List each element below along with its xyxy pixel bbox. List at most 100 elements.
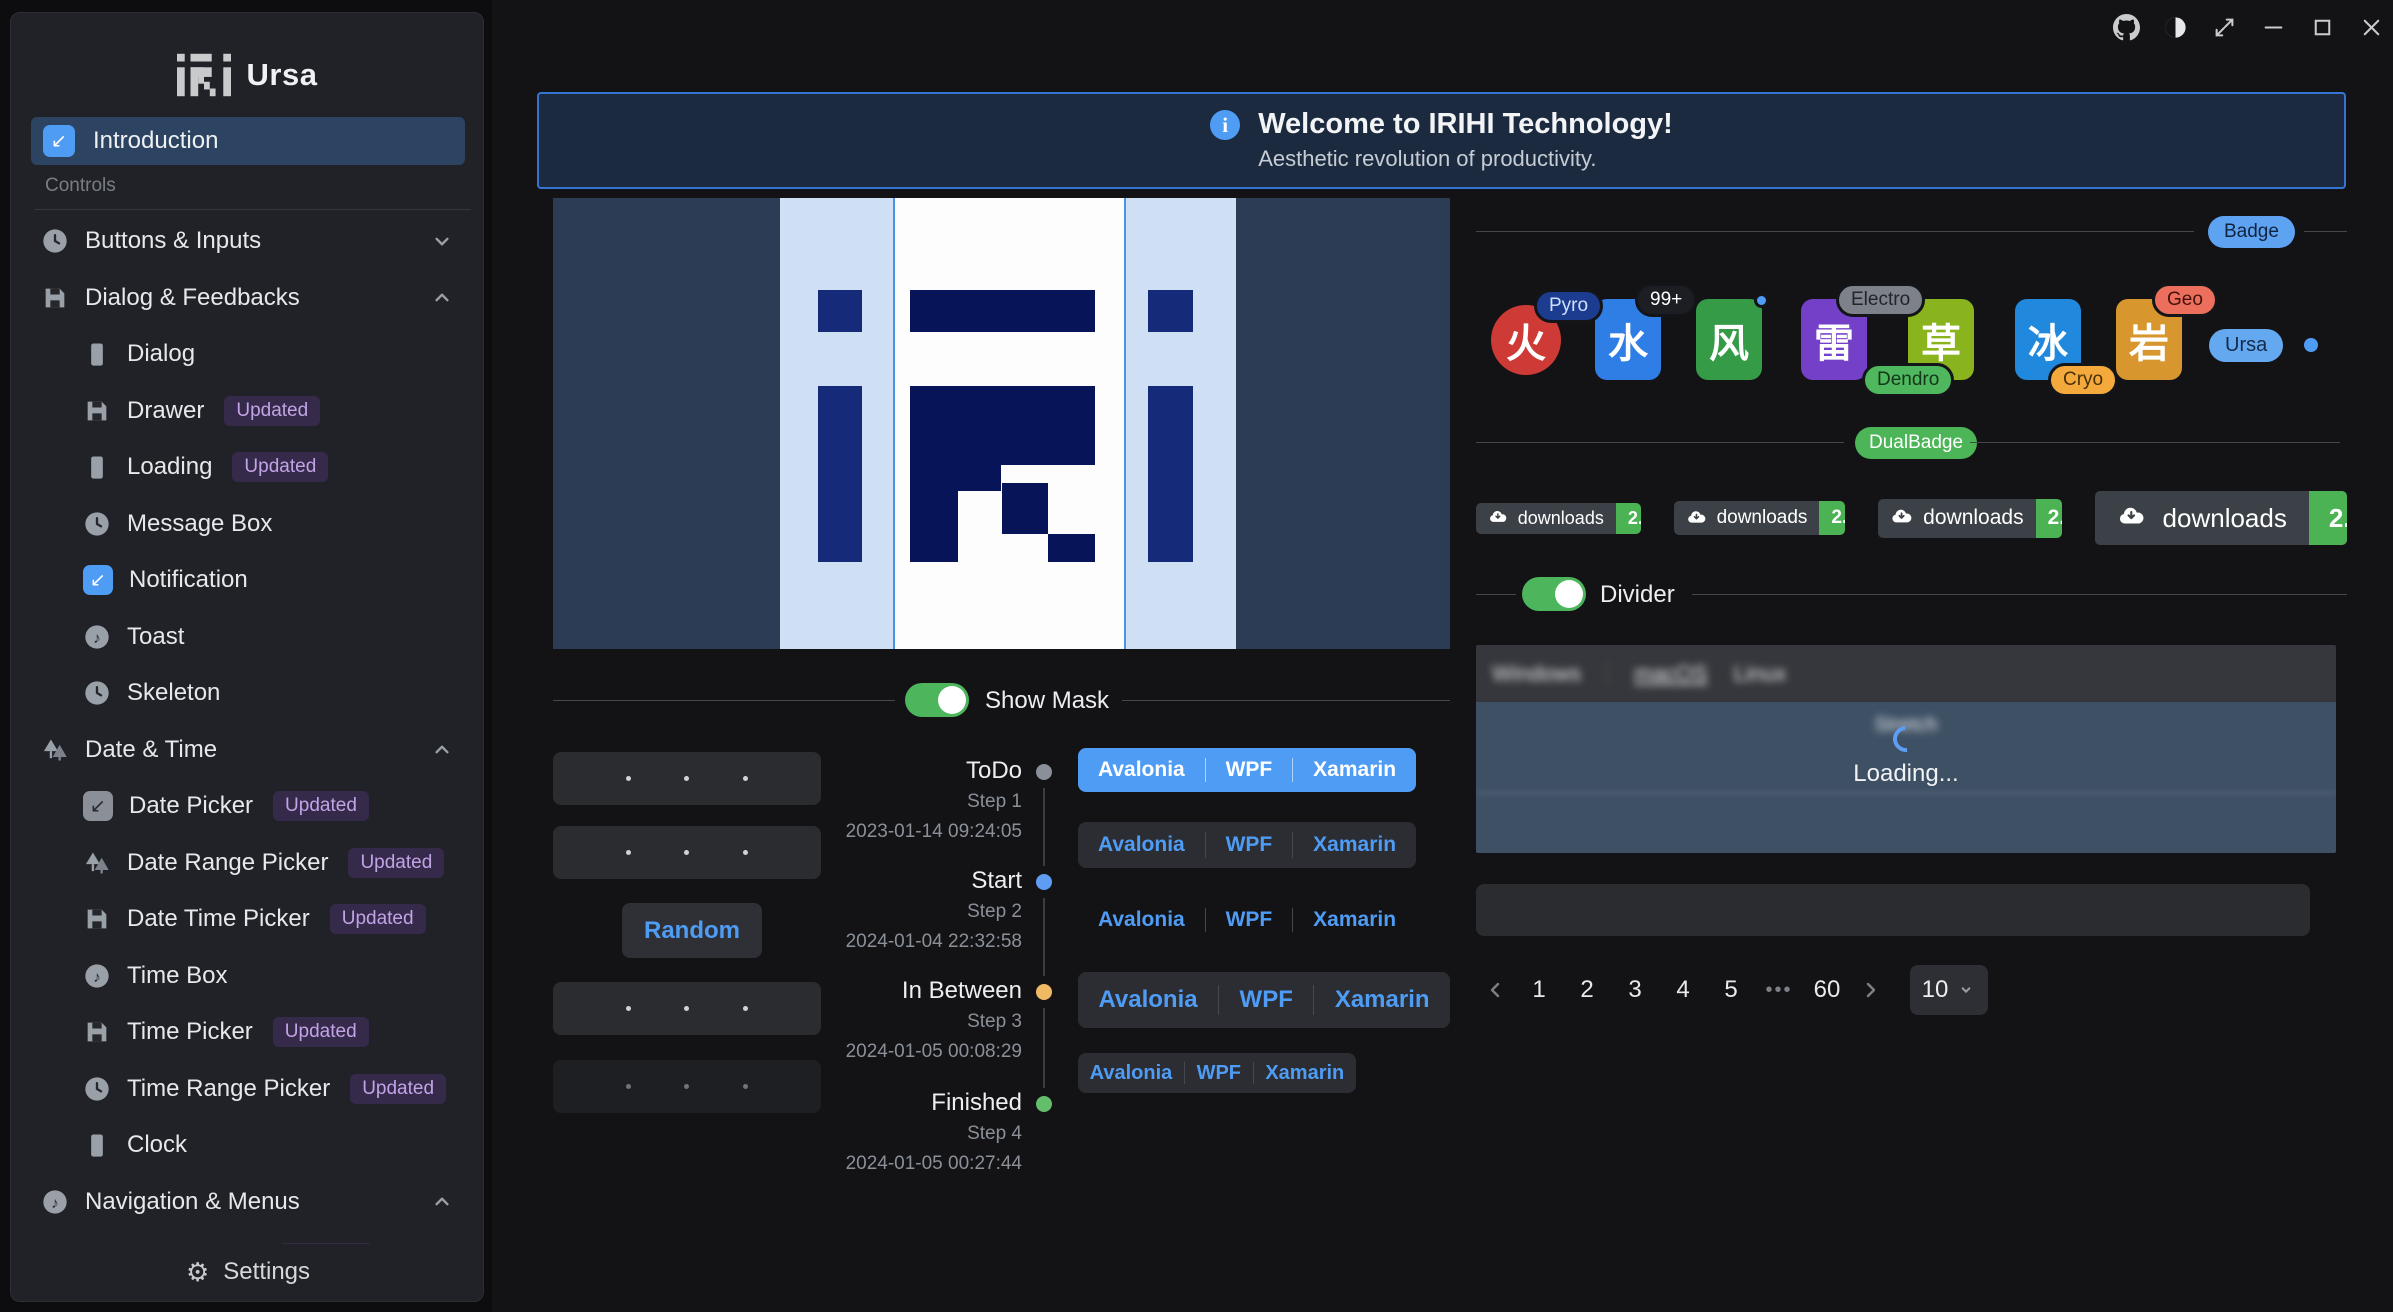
page-4-button[interactable]: 4 xyxy=(1666,976,1700,1004)
page-1-button[interactable]: 1 xyxy=(1522,976,1556,1004)
element-tile: 火Pyro xyxy=(1491,305,1561,375)
updated-badge: Updated xyxy=(224,396,320,426)
xamarin-button[interactable]: Xamarin xyxy=(1259,1061,1350,1086)
sidebar-item-label: Toast xyxy=(127,623,184,651)
show-mask-toggle[interactable] xyxy=(905,683,969,717)
sidebar-item-drawer[interactable]: DrawerUpdated xyxy=(11,383,483,440)
chevron-down-icon[interactable] xyxy=(429,228,455,254)
page-2-button[interactable]: 2 xyxy=(1570,976,1604,1004)
sidebar-item-dialog-feedbacks[interactable]: Dialog & Feedbacks xyxy=(11,270,483,327)
tab-windows[interactable]: Windows xyxy=(1492,661,1581,687)
xamarin-button[interactable]: Xamarin xyxy=(1307,832,1402,858)
ursa-badge: Ursa xyxy=(2209,329,2283,362)
wpf-button[interactable]: WPF xyxy=(1191,1061,1247,1086)
downloads-badge: downloads2.4k xyxy=(2095,491,2347,545)
text-input[interactable] xyxy=(1476,884,2310,936)
sidebar-item-time-range-picker[interactable]: Time Range PickerUpdated xyxy=(11,1061,483,1118)
xamarin-button[interactable]: Xamarin xyxy=(1307,907,1402,933)
sidebar-item-time-box[interactable]: ♪Time Box xyxy=(11,948,483,1005)
downloads-count: 2.4k xyxy=(2036,499,2063,538)
github-icon[interactable] xyxy=(2113,14,2140,41)
element-tile: 风 xyxy=(1696,299,1762,380)
page-5-button[interactable]: 5 xyxy=(1714,976,1748,1004)
next-page-button[interactable] xyxy=(1858,978,1882,1002)
step-label: Step 3 xyxy=(967,1011,1022,1033)
sidebar-item-label: Loading xyxy=(127,453,212,481)
sidebar-item-label: Introduction xyxy=(93,127,218,155)
avalonia-button[interactable]: Avalonia xyxy=(1092,907,1191,933)
avalonia-button[interactable]: Avalonia xyxy=(1092,757,1191,783)
sidebar-item-date-time[interactable]: Date & Time xyxy=(11,722,483,779)
sidebar-item-toast[interactable]: ♪Toast xyxy=(11,609,483,666)
sidebar-item-navigation-menus[interactable]: ♪Navigation & Menus xyxy=(11,1174,483,1231)
dualbadge-divider-pill: DualBadge xyxy=(1855,427,1977,459)
minimize-icon[interactable] xyxy=(2260,14,2287,41)
badge-divider-pill: Badge xyxy=(2208,216,2295,248)
prev-page-button[interactable] xyxy=(1484,978,1508,1002)
sidebar-item-date-time-picker[interactable]: Date Time PickerUpdated xyxy=(11,891,483,948)
pagination: 12345•••6010 xyxy=(1484,962,1988,1018)
chevron-up-icon[interactable] xyxy=(429,737,455,763)
updated-badge: Updated xyxy=(232,452,328,482)
loading-overlay: Loading... xyxy=(1476,702,2336,853)
floppy-icon xyxy=(41,284,69,312)
cloud-download-icon xyxy=(1488,507,1510,529)
loading-panel: WindowsmacOSLinux Stretch Loading... xyxy=(1476,645,2336,853)
chevron-up-icon[interactable] xyxy=(429,285,455,311)
chevron-up-icon[interactable] xyxy=(429,1189,455,1215)
sidebar-item-buttons-inputs[interactable]: Buttons & Inputs xyxy=(11,213,483,270)
avalonia-button[interactable]: Avalonia xyxy=(1092,985,1203,1015)
note-icon: ♪ xyxy=(83,962,111,990)
xamarin-button[interactable]: Xamarin xyxy=(1307,757,1402,783)
xamarin-button[interactable]: Xamarin xyxy=(1329,985,1436,1015)
sidebar-item-notification[interactable]: ↙Notification xyxy=(11,552,483,609)
clock-icon xyxy=(83,1075,111,1103)
sidebar-item-label: Message Box xyxy=(127,510,272,538)
sidebar-item-date-picker[interactable]: ↙Date PickerUpdated xyxy=(11,778,483,835)
banner-subtitle: Aesthetic revolution of productivity. xyxy=(1258,144,1673,175)
expand-icon[interactable] xyxy=(2211,14,2238,41)
sidebar-item-loading[interactable]: Loading Updated xyxy=(11,439,483,496)
avalonia-button[interactable]: Avalonia xyxy=(1084,1061,1179,1086)
sidebar-item-skeleton[interactable]: Skeleton xyxy=(11,665,483,722)
divider-toggle[interactable] xyxy=(1522,577,1586,611)
page-size-select[interactable]: 10 xyxy=(1910,965,1988,1015)
sidebar-item-introduction[interactable]: ↙ Introduction xyxy=(31,117,465,165)
close-icon[interactable] xyxy=(2358,14,2385,41)
wpf-button[interactable]: WPF xyxy=(1220,832,1279,858)
badge-tiles-row: Ursa 火Pyro水99+风雷Electro草Dendro冰Cryo岩Geo xyxy=(1476,280,2347,410)
button-group-separator xyxy=(1292,832,1293,857)
platform-group-borderless: Avalonia WPF Xamarin xyxy=(1078,899,1416,941)
tab-macos[interactable]: macOS xyxy=(1634,661,1707,687)
sidebar-item-label: Time Range Picker xyxy=(127,1075,330,1103)
cloud-download-icon xyxy=(2117,502,2148,533)
page-60-button[interactable]: 60 xyxy=(1810,976,1844,1004)
arrow-icon: ↙ xyxy=(83,791,113,821)
clock-icon xyxy=(41,227,69,255)
tab-linux[interactable]: Linux xyxy=(1734,661,1787,687)
step-dot xyxy=(1036,984,1052,1000)
sidebar-item-dialog[interactable]: Dialog xyxy=(11,326,483,383)
divider-line xyxy=(1122,700,1450,701)
sidebar-item-label: Date Range Picker xyxy=(127,849,328,877)
sidebar-item-clock[interactable]: Clock xyxy=(11,1117,483,1174)
step-name: Finished xyxy=(931,1089,1022,1117)
step-timestamp: 2024-01-05 00:27:44 xyxy=(846,1153,1022,1175)
sidebar-item-date-range-picker[interactable]: Date Range PickerUpdated xyxy=(11,835,483,892)
avalonia-button[interactable]: Avalonia xyxy=(1092,832,1191,858)
downloads-label: downloads xyxy=(1923,506,2023,530)
step-label: Step 2 xyxy=(967,901,1022,923)
wpf-button[interactable]: WPF xyxy=(1234,985,1299,1015)
maximize-icon[interactable] xyxy=(2309,14,2336,41)
updated-badge: Updated xyxy=(273,791,369,821)
cloud-download-icon xyxy=(1890,505,1915,530)
button-group-separator xyxy=(1218,985,1219,1016)
theme-toggle-icon[interactable] xyxy=(2162,14,2189,41)
sidebar-item-time-picker[interactable]: Time PickerUpdated xyxy=(11,1004,483,1061)
wpf-button[interactable]: WPF xyxy=(1220,907,1279,933)
sidebar-item-message-box[interactable]: Message Box xyxy=(11,496,483,553)
wpf-button[interactable]: WPF xyxy=(1220,757,1279,783)
page-3-button[interactable]: 3 xyxy=(1618,976,1652,1004)
divider-line xyxy=(1476,594,1516,595)
settings-button[interactable]: ⚙ Settings xyxy=(12,1244,484,1300)
